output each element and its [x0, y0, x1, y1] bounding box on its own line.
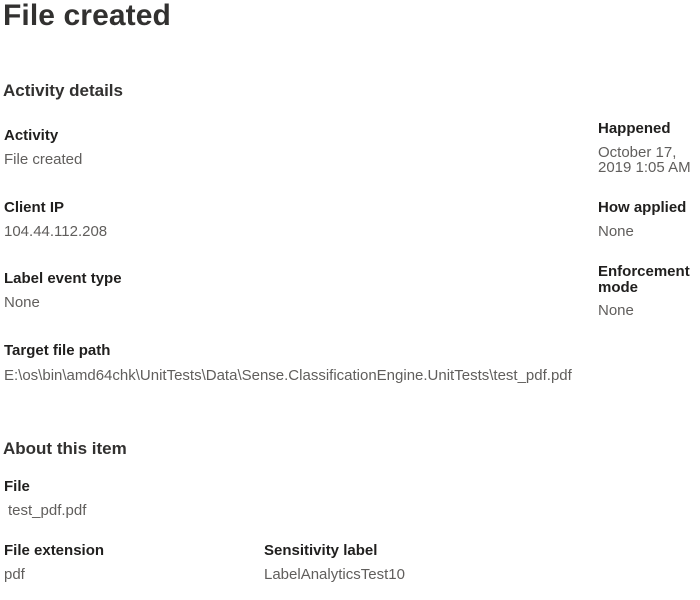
happened-label: Happened: [598, 120, 671, 137]
page-title: File created: [3, 0, 171, 32]
happened-value: October 17, 2019 1:05 AM: [598, 144, 691, 176]
label-event-type-value: None: [4, 294, 40, 311]
about-item-heading: About this item: [3, 439, 127, 458]
file-extension-value: pdf: [4, 566, 25, 583]
how-applied-value: None: [598, 223, 634, 240]
file-value: test_pdf.pdf: [8, 502, 87, 519]
sensitivity-label-value: LabelAnalyticsTest10: [264, 566, 405, 583]
label-event-type-label: Label event type: [4, 270, 122, 287]
enforcement-mode-value: None: [598, 302, 634, 319]
target-file-path-label: Target file path: [4, 342, 111, 359]
target-file-path-value: E:\os\bin\amd64chk\UnitTests\Data\Sense.…: [4, 367, 572, 384]
activity-value: File created: [4, 151, 83, 168]
client-ip-label: Client IP: [4, 199, 65, 216]
activity-details-heading: Activity details: [3, 81, 123, 100]
file-label: File: [4, 478, 30, 495]
sensitivity-label-label: Sensitivity label: [264, 542, 378, 559]
enforcement-mode-label: Enforcement mode: [598, 263, 690, 296]
file-extension-label: File extension: [4, 542, 105, 559]
activity-detail-panel: File created Activity details Activity F…: [0, 0, 700, 600]
client-ip-value: 104.44.112.208: [4, 223, 108, 240]
how-applied-label: How applied: [598, 199, 687, 216]
activity-label: Activity: [4, 127, 59, 144]
